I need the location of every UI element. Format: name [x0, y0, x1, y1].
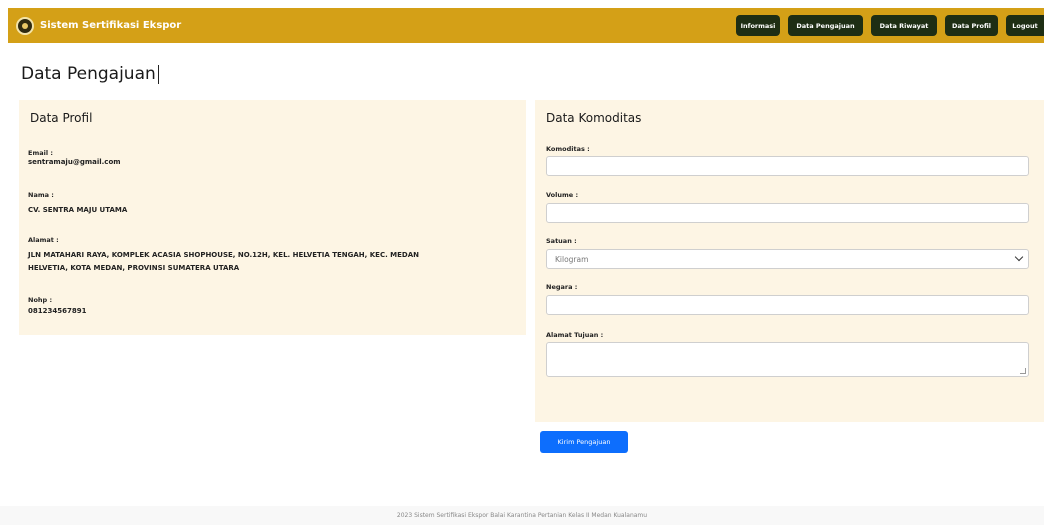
- profile-panel-title: Data Profil: [30, 111, 93, 125]
- footer: 2023 Sistem Sertifikasi Ekspor Balai Kar…: [0, 506, 1044, 525]
- komoditas-label: Komoditas :: [546, 145, 590, 153]
- nohp-value: 081234567891: [28, 307, 87, 315]
- brand-title: Sistem Sertifikasi Ekspor: [40, 20, 182, 31]
- nav-buttons: Informasi Data Pengajuan Data Riwayat Da…: [728, 15, 1044, 36]
- satuan-selected-value: Kilogram: [555, 254, 589, 264]
- nav-data-riwayat-button[interactable]: Data Riwayat: [871, 15, 937, 36]
- alamat-value-line1: JLN MATAHARI RAYA, KOMPLEK ACASIA SHOPHO…: [28, 251, 420, 259]
- navbar: Sistem Sertifikasi Ekspor Informasi Data…: [8, 8, 1044, 43]
- nav-data-pengajuan-button[interactable]: Data Pengajuan: [788, 15, 863, 36]
- brand[interactable]: Sistem Sertifikasi Ekspor: [16, 16, 182, 35]
- page-title-text: Data Pengajuan: [21, 64, 156, 84]
- negara-input[interactable]: [546, 295, 1029, 315]
- logo-icon: [16, 16, 34, 35]
- resize-handle-icon[interactable]: [1020, 368, 1026, 374]
- nav-logout-button[interactable]: Logout: [1006, 15, 1044, 36]
- nama-value: CV. SENTRA MAJU UTAMA: [28, 206, 128, 214]
- chevron-down-icon: [1014, 252, 1024, 262]
- footer-text: 2023 Sistem Sertifikasi Ekspor Balai Kar…: [396, 512, 648, 519]
- text-cursor: [157, 64, 159, 84]
- nav-informasi-button[interactable]: Informasi: [736, 15, 780, 36]
- komoditas-panel-title: Data Komoditas: [546, 111, 642, 125]
- volume-label: Volume :: [546, 191, 579, 199]
- nav-data-profil-button[interactable]: Data Profil: [945, 15, 998, 36]
- email-value: sentramaju@gmail.com: [28, 158, 121, 166]
- komoditas-input[interactable]: [546, 156, 1029, 176]
- satuan-select[interactable]: Kilogram: [546, 249, 1029, 269]
- nohp-label: Nohp :: [28, 296, 53, 304]
- negara-label: Negara :: [546, 283, 578, 291]
- komoditas-panel: Data Komoditas Komoditas : Volume : Satu…: [535, 100, 1044, 422]
- nama-label: Nama :: [28, 191, 54, 199]
- alamat-value-line2: HELVETIA, KOTA MEDAN, PROVINSI SUMATERA …: [28, 264, 240, 272]
- volume-input[interactable]: [546, 203, 1029, 223]
- kirim-pengajuan-button[interactable]: Kirim Pengajuan: [540, 431, 628, 453]
- profile-panel: Data Profil Email : sentramaju@gmail.com…: [19, 100, 526, 335]
- alamat-label: Alamat :: [28, 236, 59, 244]
- alamat-tujuan-label: Alamat Tujuan :: [546, 331, 604, 339]
- alamat-tujuan-textarea[interactable]: [546, 342, 1029, 377]
- page-title: Data Pengajuan: [21, 64, 159, 84]
- satuan-label: Satuan :: [546, 237, 577, 245]
